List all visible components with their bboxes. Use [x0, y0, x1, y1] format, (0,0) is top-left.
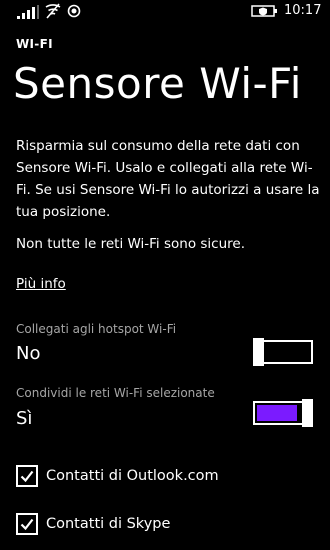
share-networks-setting-label: Condividi le reti Wi-Fi selezionate: [16, 386, 215, 400]
more-info-link[interactable]: Più info: [16, 274, 66, 294]
share-networks-toggle-thumb[interactable]: [302, 399, 313, 427]
outlook-contacts-label: Contatti di Outlook.com: [46, 468, 219, 484]
app-title: WI-FI: [16, 37, 53, 51]
security-warning-text: Non tutte le reti Wi-Fi sono sicure.: [16, 236, 245, 252]
skype-contacts-label: Contatti di Skype: [46, 516, 171, 532]
skype-contacts-checkbox[interactable]: [16, 513, 38, 535]
description-text: Risparmia sul consumo della rete dati co…: [16, 138, 320, 220]
hotspot-toggle[interactable]: [253, 338, 313, 366]
clock-time: 10:17: [284, 3, 322, 18]
checkmark-icon: [20, 470, 34, 483]
battery-saver-icon: [251, 5, 277, 17]
wifi-sense-screen: 10:17 WI-FI Sensore Wi-Fi Risparmia sul …: [0, 0, 330, 550]
page-title: Sensore Wi-Fi: [13, 59, 302, 108]
signal-strength-icon: [17, 5, 39, 19]
wifi-icon: [45, 3, 61, 19]
hotspot-toggle-thumb[interactable]: [253, 338, 264, 366]
hotspot-state-text: No: [16, 343, 41, 364]
status-bar: 10:17: [0, 0, 330, 24]
share-networks-toggle-fill: [257, 405, 297, 421]
location-icon: [67, 4, 81, 18]
share-networks-state-text: Sì: [16, 408, 33, 429]
share-networks-toggle[interactable]: [253, 399, 313, 427]
checkmark-icon: [20, 518, 34, 531]
outlook-contacts-checkbox[interactable]: [16, 465, 38, 487]
hotspot-setting-label: Collegati agli hotspot Wi-Fi: [16, 322, 177, 336]
